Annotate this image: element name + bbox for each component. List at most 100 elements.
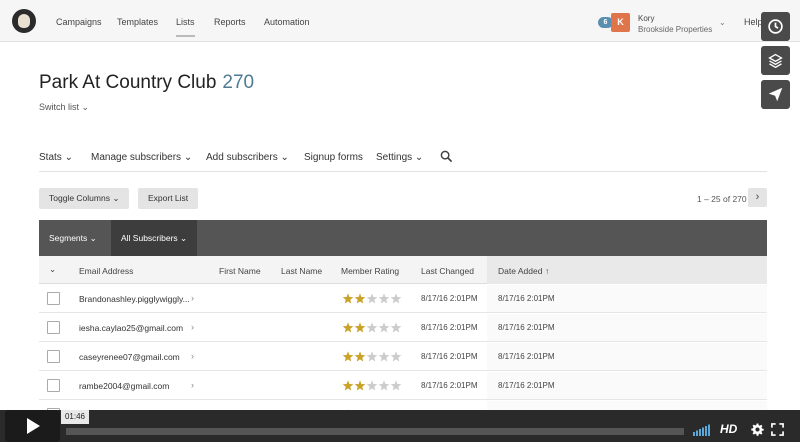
star-empty-icon [390, 351, 402, 362]
settings-menu[interactable]: Settings ⌄ [376, 152, 423, 163]
add-subscribers-menu[interactable]: Add subscribers ⌄ [206, 152, 289, 163]
star-empty-icon [366, 351, 378, 362]
chevron-right-icon[interactable]: › [191, 380, 194, 390]
stats-label: Stats [39, 152, 62, 163]
date-added-cell: 8/17/16 2:01PM [498, 352, 555, 361]
star-filled-icon [354, 322, 366, 333]
search-icon[interactable] [440, 150, 453, 168]
member-rating-stars [342, 350, 402, 368]
sort-arrow-icon[interactable]: ↑ [545, 266, 549, 276]
row-checkbox[interactable] [47, 321, 60, 334]
divider [39, 171, 767, 172]
chevron-down-icon: ⌄ [181, 152, 193, 163]
chevron-down-icon: ⌄ [61, 152, 73, 163]
avatar[interactable]: K [611, 13, 630, 32]
nav-reports[interactable]: Reports [214, 17, 246, 27]
signup-label: Signup forms [304, 152, 363, 163]
star-empty-icon [366, 322, 378, 333]
play-button[interactable] [5, 410, 60, 442]
all-subscribers-dropdown[interactable]: All Subscribers ⌄ [111, 220, 197, 256]
switch-list-dropdown[interactable]: Switch list ⌄ [39, 102, 89, 113]
table-row[interactable]: caseyrenee07@gmail.com › 8/17/16 2:01PM 8/1… [39, 343, 767, 371]
chevron-down-icon[interactable]: ⌄ [719, 18, 726, 27]
member-rating-stars [342, 292, 402, 310]
video-progress-bar[interactable] [66, 428, 684, 435]
email-cell[interactable]: caseyrenee07@gmail.com [79, 352, 191, 362]
chevron-down-icon: ⌄ [412, 152, 424, 163]
manage-label: Manage subscribers [91, 152, 182, 163]
fullscreen-icon[interactable] [771, 423, 784, 441]
row-checkbox[interactable] [47, 350, 60, 363]
star-filled-icon [354, 293, 366, 304]
stats-menu[interactable]: Stats ⌄ [39, 152, 73, 163]
col-email[interactable]: Email Address [79, 266, 133, 276]
table-row[interactable]: Brandonashley.pigglywiggly... › 8/17/16 2:… [39, 285, 767, 313]
hd-toggle[interactable]: HD [720, 422, 737, 436]
row-checkbox[interactable] [47, 292, 60, 305]
star-empty-icon [366, 380, 378, 391]
col-last-changed[interactable]: Last Changed [421, 266, 474, 276]
nav-campaigns[interactable]: Campaigns [56, 17, 102, 27]
email-cell[interactable]: rambe2004@gmail.com [79, 381, 191, 391]
table-row[interactable]: rambe2004@gmail.com › 8/17/16 2:01PM 8/17/1… [39, 372, 767, 400]
chevron-down-icon: ⌄ [87, 233, 97, 243]
col-date-added[interactable]: Date Added [498, 266, 542, 276]
col-first-name[interactable]: First Name [219, 266, 261, 276]
volume-icon[interactable] [693, 423, 713, 441]
chevron-right-icon[interactable]: › [191, 322, 194, 332]
signup-forms-link[interactable]: Signup forms [304, 152, 363, 163]
star-empty-icon [390, 293, 402, 304]
date-added-cell: 8/17/16 2:01PM [498, 323, 555, 332]
freddie-logo-icon[interactable] [12, 9, 36, 33]
email-cell[interactable]: iesha.caylao25@gmail.com [79, 323, 191, 333]
table-row[interactable]: iesha.caylao25@gmail.com › 8/17/16 2:01PM 8… [39, 314, 767, 342]
user-name[interactable]: Kory [638, 14, 654, 23]
col-member-rating[interactable]: Member Rating [341, 266, 399, 276]
switch-list-label: Switch list [39, 102, 80, 112]
col-last-name[interactable]: Last Name [281, 266, 322, 276]
star-filled-icon [342, 322, 354, 333]
last-changed-cell: 8/17/16 2:01PM [421, 352, 478, 361]
star-empty-icon [378, 380, 390, 391]
email-cell[interactable]: Brandonashley.pigglywiggly... [79, 294, 191, 304]
pager-text: 1 – 25 of 270 [697, 194, 747, 204]
select-all-chevron-icon[interactable]: ⌄ [49, 264, 56, 275]
help-link[interactable]: Help [744, 17, 763, 27]
video-time: 01:46 [61, 410, 89, 424]
next-page-button[interactable]: › [748, 188, 767, 207]
last-changed-cell: 8/17/16 2:01PM [421, 323, 478, 332]
send-icon[interactable] [761, 80, 790, 109]
all-subscribers-label: All Subscribers [121, 233, 178, 243]
manage-subscribers-menu[interactable]: Manage subscribers ⌄ [91, 152, 192, 163]
star-empty-icon [366, 293, 378, 304]
add-label: Add subscribers [206, 152, 278, 163]
row-checkbox[interactable] [47, 379, 60, 392]
settings-gear-icon[interactable] [751, 423, 764, 441]
nav-templates[interactable]: Templates [117, 17, 158, 27]
star-filled-icon [342, 351, 354, 362]
nav-lists[interactable]: Lists [176, 17, 195, 37]
star-filled-icon [354, 351, 366, 362]
list-name: Park At Country Club [39, 72, 217, 93]
video-control-bar [0, 410, 800, 442]
app-frame: Campaigns Templates Lists Reports Automa… [0, 0, 800, 442]
chevron-right-icon[interactable]: › [191, 293, 194, 303]
toggle-columns-label: Toggle Columns [49, 193, 110, 203]
member-rating-stars [342, 321, 402, 339]
nav-automation[interactable]: Automation [264, 17, 310, 27]
date-added-cell: 8/17/16 2:01PM [498, 381, 555, 390]
layers-icon[interactable] [761, 46, 790, 75]
chevron-down-icon: ⌄ [109, 193, 120, 203]
clock-icon[interactable] [761, 12, 790, 41]
star-empty-icon [378, 322, 390, 333]
segments-label: Segments [49, 233, 88, 243]
chevron-right-icon[interactable]: › [191, 351, 194, 361]
segments-dropdown[interactable]: Segments ⌄ [49, 220, 97, 256]
user-org[interactable]: Brookside Properties [638, 25, 712, 34]
segment-bar: Segments ⌄ All Subscribers ⌄ [39, 220, 767, 256]
chevron-down-icon: ⌄ [277, 152, 289, 163]
date-added-cell: 8/17/16 2:01PM [498, 294, 555, 303]
table-header: ⌄ Email Address First Name Last Name Mem… [39, 256, 767, 284]
toggle-columns-button[interactable]: Toggle Columns ⌄ [39, 188, 130, 209]
export-list-button[interactable]: Export List [138, 188, 199, 209]
